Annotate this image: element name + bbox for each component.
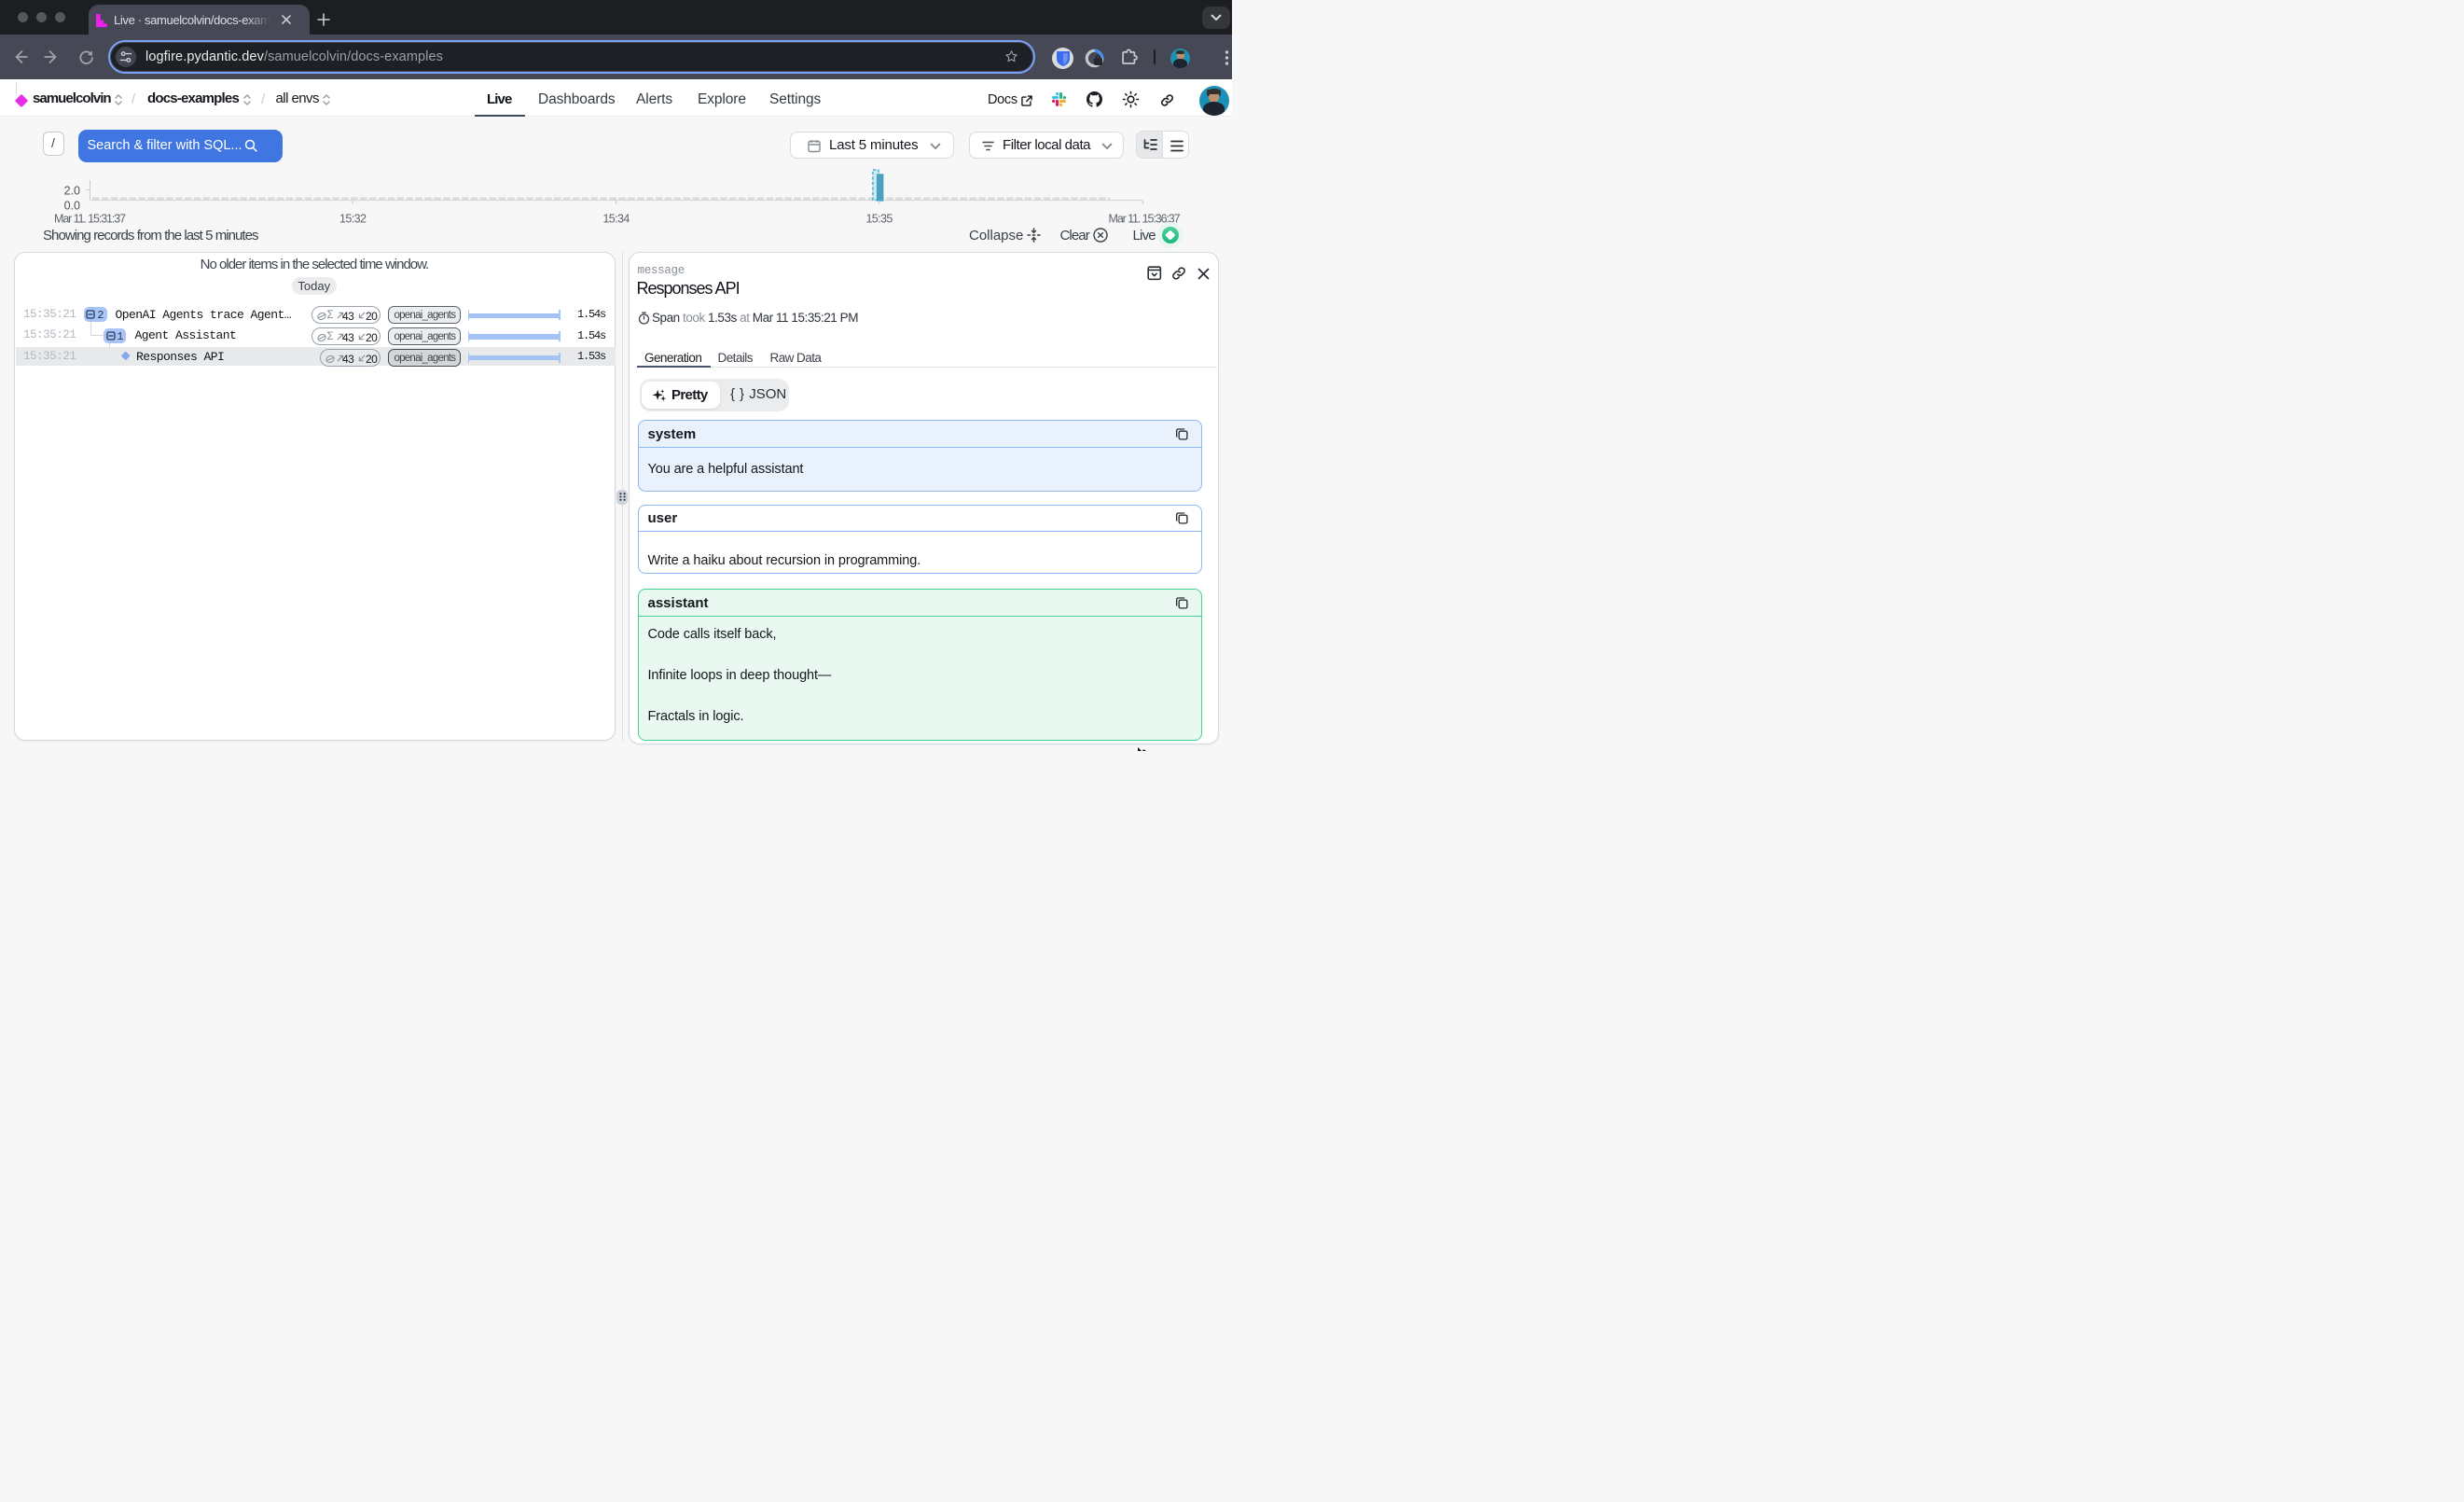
svg-text:15:32: 15:32: [339, 213, 367, 226]
svg-text:Mar 11. 15:31:37: Mar 11. 15:31:37: [54, 213, 126, 226]
svg-text:15:35: 15:35: [865, 213, 893, 226]
svg-text:0.0: 0.0: [64, 200, 80, 213]
svg-text:15:34: 15:34: [602, 213, 630, 226]
svg-text:2.0: 2.0: [64, 185, 80, 198]
